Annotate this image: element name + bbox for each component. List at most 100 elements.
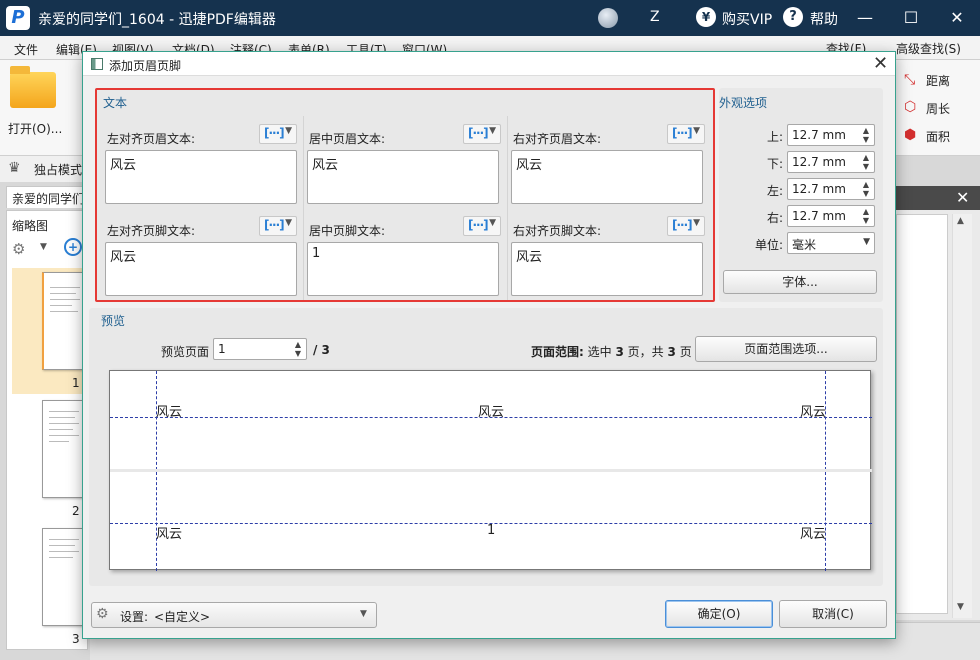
thumbnail-panel-title: 缩略图 [12, 219, 49, 233]
preview-page-label: 预览页面 [161, 345, 210, 359]
insert-macro-button[interactable]: [···] ▼ [463, 124, 501, 144]
insert-macro-button[interactable]: [···] ▼ [667, 124, 705, 144]
macro-icon: [···] [264, 126, 285, 140]
page-break [110, 469, 872, 472]
help-icon[interactable]: ? [783, 7, 803, 27]
yen-icon[interactable]: ¥ [696, 7, 716, 27]
thumbnail-page-1[interactable] [42, 272, 86, 370]
settings-value: <自定义> [154, 610, 211, 624]
right-footer-label: 右对齐页脚文本: [513, 224, 602, 238]
font-button[interactable]: 字体... [723, 270, 877, 294]
right-footer-field[interactable]: 风云 [511, 242, 703, 296]
area-tool[interactable]: 面积 [926, 128, 950, 145]
maximize-button[interactable]: ☐ [888, 0, 934, 36]
thumbnail-number: 1 [72, 376, 80, 390]
center-footer-label: 居中页脚文本: [309, 224, 386, 238]
preview-canvas: 风云 风云 风云 风云 1 风云 [109, 370, 872, 571]
thumbnail-page-3[interactable] [42, 528, 86, 626]
right-header-label: 右对齐页眉文本: [513, 132, 602, 146]
thumbnail-number: 2 [72, 504, 80, 518]
help-button[interactable]: 帮助 [810, 9, 838, 29]
text-section: 文本 左对齐页眉文本: [···] ▼ 风云 居中页眉文本: [···] ▼ 风云 … [95, 88, 715, 302]
insert-macro-button[interactable]: [···] ▼ [463, 216, 501, 236]
left-margin-label: 左: [766, 184, 783, 198]
crown-icon: ♛ [8, 160, 21, 176]
column-divider [507, 116, 508, 300]
scroll-down-icon[interactable]: ▼ [957, 602, 964, 612]
document-page [896, 214, 948, 614]
preview-page-total: / 3 [313, 343, 330, 357]
macro-icon: [···] [672, 218, 693, 232]
folder-icon[interactable] [10, 66, 56, 108]
thumbnail-page-2[interactable] [42, 400, 86, 498]
perimeter-icon[interactable]: ⬡ [904, 99, 916, 115]
dialog-title: 添加页眉页脚 [109, 59, 182, 73]
vertical-scrollbar[interactable]: ▲ ▼ [952, 214, 972, 618]
close-icon[interactable]: ✕ [873, 53, 888, 74]
preview-section-title: 预览 [101, 314, 126, 328]
area-icon[interactable]: ⬢ [904, 127, 916, 143]
text-section-title: 文本 [103, 96, 128, 110]
settings-label: 设置: [120, 610, 149, 624]
user-name[interactable]: Z [650, 9, 660, 25]
close-window-button[interactable]: ✕ [934, 0, 980, 36]
left-footer-label: 左对齐页脚文本: [107, 224, 196, 238]
window-title: 亲爱的同学们_1604 - 迅捷PDF编辑器 [38, 12, 276, 28]
center-header-label: 居中页眉文本: [309, 132, 386, 146]
gear-icon[interactable]: ⚙ [12, 240, 25, 258]
macro-icon: [···] [264, 218, 285, 232]
exclusive-mode-button[interactable]: 独占模式 [34, 161, 82, 178]
dialog-title-bar: 添加页眉页脚 ✕ [83, 52, 895, 76]
perimeter-tool[interactable]: 周长 [926, 100, 950, 117]
settings-select[interactable]: ⚙ 设置: <自定义> ▼ [91, 602, 377, 628]
thumbnail-number: 3 [72, 632, 80, 646]
left-header-field[interactable]: 风云 [105, 150, 297, 204]
insert-macro-button[interactable]: [···] ▼ [259, 124, 297, 144]
user-avatar-icon[interactable] [598, 8, 618, 28]
scroll-up-icon[interactable]: ▲ [957, 216, 964, 226]
ok-button[interactable]: 确定(O) [665, 600, 773, 628]
left-margin-spinner[interactable]: 12.7 mm ▲ ▼ [787, 178, 875, 200]
app-logo-icon: P [6, 6, 30, 30]
insert-macro-button[interactable]: [···] ▼ [259, 216, 297, 236]
buy-vip-button[interactable]: 购买VIP [722, 9, 772, 29]
cancel-button[interactable]: 取消(C) [779, 600, 887, 628]
preview-footer-left: 风云 [156, 527, 183, 542]
title-bar: P 亲爱的同学们_1604 - 迅捷PDF编辑器 Z ¥ 购买VIP ? 帮助 … [0, 0, 980, 36]
open-button[interactable]: 打开(O)... [8, 120, 62, 137]
center-header-field[interactable]: 风云 [307, 150, 499, 204]
unit-select[interactable]: 毫米 ▼ [787, 232, 875, 254]
macro-icon: [···] [468, 126, 489, 140]
zoom-in-icon[interactable]: + [64, 238, 82, 256]
insert-macro-button[interactable]: [···] ▼ [667, 216, 705, 236]
preview-footer-right: 风云 [800, 527, 827, 542]
minimize-button[interactable]: — [842, 0, 888, 36]
close-tab-icon[interactable]: ✕ [956, 188, 969, 207]
page-range-options-button[interactable]: 页面范围选项... [695, 336, 877, 362]
left-header-label: 左对齐页眉文本: [107, 132, 196, 146]
right-margin-label: 右: [766, 211, 783, 225]
left-footer-field[interactable]: 风云 [105, 242, 297, 296]
distance-icon[interactable]: ⤡ [904, 72, 915, 88]
preview-header-right: 风云 [800, 405, 827, 420]
chevron-down-icon: ▼ [360, 609, 367, 619]
top-margin-spinner[interactable]: 12.7 mm ▲ ▼ [787, 124, 875, 146]
advanced-search-button[interactable]: 高级查找(S) [896, 40, 961, 57]
chevron-down-icon[interactable]: ▼ [40, 242, 47, 252]
dialog-icon [91, 58, 103, 70]
column-divider [303, 116, 304, 300]
appearance-section: 外观选项 上: 12.7 mm ▲ ▼ 下: 12.7 mm ▲ ▼ 左: 12.7 m… [719, 88, 883, 302]
bottom-margin-spinner[interactable]: 12.7 mm ▲ ▼ [787, 151, 875, 173]
header-footer-dialog: 添加页眉页脚 ✕ 文本 左对齐页眉文本: [···] ▼ 风云 居中页眉文本: [… [82, 51, 896, 639]
page-range-summary: 页面范围: 选中 3 页，共 3 页 [531, 345, 692, 359]
right-header-field[interactable]: 风云 [511, 150, 703, 204]
document-tab[interactable]: 亲爱的同学们 [6, 186, 86, 208]
center-footer-field[interactable]: 1 [307, 242, 499, 296]
gear-icon: ⚙ [96, 606, 109, 622]
menu-file[interactable]: 文件 [14, 41, 38, 58]
bottom-margin-label: 下: [766, 157, 783, 171]
preview-page-spinner[interactable]: 1 ▲ ▼ [213, 338, 307, 360]
distance-tool[interactable]: 距离 [926, 72, 950, 89]
right-margin-spinner[interactable]: 12.7 mm ▲ ▼ [787, 205, 875, 227]
top-margin-label: 上: [766, 130, 783, 144]
